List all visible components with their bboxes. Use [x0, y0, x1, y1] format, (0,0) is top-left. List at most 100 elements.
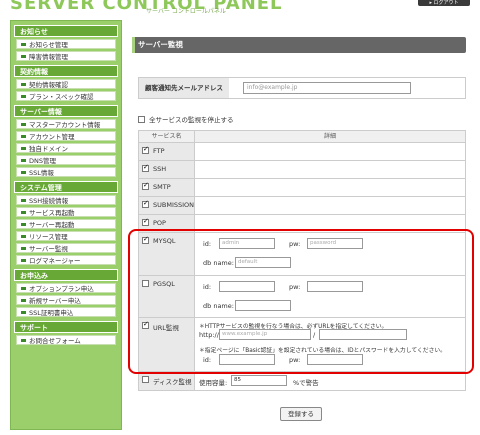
- main-content: サーバー監視 顧客通知先メールアドレス info@example.jp 全サービ…: [122, 20, 474, 435]
- sidebar-item[interactable]: サーバー監視: [16, 243, 116, 253]
- sidebar-item[interactable]: アカウント管理: [16, 131, 116, 141]
- sidebar-item[interactable]: マスターアカウント情報: [16, 119, 116, 129]
- pop-checkbox[interactable]: [142, 217, 149, 226]
- mysql-pw-label: pw:: [289, 240, 301, 248]
- bullet-icon: [21, 198, 26, 202]
- url-pw-label: pw:: [289, 356, 301, 364]
- mysql-id-input[interactable]: admin: [219, 238, 275, 249]
- bullet-icon: [21, 82, 26, 86]
- table-header: サービス名 詳細: [139, 131, 465, 143]
- stop-all-checkbox[interactable]: [138, 115, 145, 123]
- sidebar-item[interactable]: プラン・スペック確認: [16, 91, 116, 101]
- mysql-dbname-input[interactable]: default: [235, 257, 291, 268]
- sidebar-item[interactable]: SSL情報: [16, 167, 116, 177]
- pgsql-id-input[interactable]: [219, 281, 275, 292]
- sidebar-item-label: リソース管理: [29, 233, 68, 241]
- service-row-pgsql: PGSQL id: pw: db name:: [139, 276, 465, 318]
- sidebar-item-label: アカウント管理: [29, 133, 75, 141]
- url-host-input[interactable]: www.example.jp: [219, 329, 311, 340]
- header: SERVER CONTROL PANEL サーバー コントロールパネル ▸ ログ…: [0, 0, 480, 18]
- email-input[interactable]: info@example.jp: [243, 82, 411, 94]
- bullet-icon: [21, 258, 26, 262]
- mysql-checkbox[interactable]: [142, 235, 149, 244]
- url-http-prefix: http://: [199, 331, 219, 339]
- bullet-icon: [21, 54, 26, 58]
- sidebar-section-header: システム管理: [14, 181, 118, 193]
- sidebar-section-header: お申込み: [14, 269, 118, 281]
- ssh-label: SSH: [153, 165, 167, 173]
- pgsql-pw-input[interactable]: [307, 281, 363, 292]
- bullet-icon: [21, 94, 26, 98]
- url-pw-input[interactable]: [307, 354, 363, 365]
- sidebar-item[interactable]: SSH接続情報: [16, 195, 116, 205]
- pop-label: POP: [153, 219, 166, 227]
- sidebar-item-label: お問合せフォーム: [29, 337, 81, 345]
- sidebar-section-header: サポート: [14, 321, 118, 333]
- sidebar-item-label: 契約情報確認: [29, 81, 68, 89]
- smtp-checkbox[interactable]: [142, 181, 149, 190]
- ssh-checkbox[interactable]: [142, 163, 149, 172]
- mysql-dbname-label: db name:: [203, 259, 234, 267]
- sidebar-item[interactable]: サービス再起動: [16, 207, 116, 217]
- mysql-pw-input[interactable]: password: [307, 238, 363, 249]
- url-id-label: id:: [203, 356, 212, 364]
- pgsql-dbname-input[interactable]: [235, 300, 291, 311]
- bullet-icon: [21, 42, 26, 46]
- sidebar-item-label: サーバー再起動: [29, 221, 75, 229]
- logout-button[interactable]: ▸ ログアウト: [418, 0, 470, 6]
- service-row-mysql: MYSQL id: admin pw: password db name: de…: [139, 233, 465, 276]
- mysql-label: MYSQL: [153, 237, 176, 245]
- sidebar-item[interactable]: SSL証明書申込: [16, 307, 116, 317]
- service-row-ftp: FTP: [139, 143, 465, 161]
- disk-usage-input[interactable]: 85: [231, 375, 287, 386]
- disk-label: ディスク監視: [153, 378, 192, 386]
- url-checkbox[interactable]: [142, 320, 149, 329]
- sidebar-item[interactable]: 契約情報確認: [16, 79, 116, 89]
- submission-label: SUBMISSION: [153, 201, 195, 209]
- bullet-icon: [21, 134, 26, 138]
- url-id-input[interactable]: [219, 354, 275, 365]
- mysql-id-label: id:: [203, 240, 212, 248]
- sidebar-item-label: サーバー監視: [29, 245, 68, 253]
- disk-checkbox[interactable]: [142, 376, 149, 383]
- stop-all-option[interactable]: 全サービスの監視を停止する: [138, 114, 234, 124]
- sidebar-item[interactable]: 障害情報管理: [16, 51, 116, 61]
- bullet-icon: [21, 122, 26, 126]
- sidebar-item[interactable]: お知らせ管理: [16, 39, 116, 49]
- sidebar-item[interactable]: DNS管理: [16, 155, 116, 165]
- sidebar-section-header: 契約情報: [14, 65, 118, 77]
- submission-checkbox[interactable]: [142, 199, 149, 208]
- pgsql-dbname-label: db name:: [203, 302, 234, 310]
- sidebar-item-label: 新規サーバー申込: [29, 297, 81, 305]
- pgsql-checkbox[interactable]: [142, 280, 149, 287]
- sidebar-item-label: SSL情報: [29, 169, 54, 177]
- sidebar: お知らせお知らせ管理障害情報管理契約情報契約情報確認プラン・スペック確認サーバー…: [10, 20, 122, 430]
- sidebar-item[interactable]: お問合せフォーム: [16, 335, 116, 345]
- url-label: URL監視: [153, 324, 179, 332]
- submit-button[interactable]: 登録する: [280, 407, 322, 421]
- logo-subtitle: サーバー コントロールパネル: [146, 8, 226, 15]
- bullet-icon: [21, 146, 26, 150]
- bullet-icon: [21, 310, 26, 314]
- sidebar-item-label: 独自ドメイン: [29, 145, 68, 153]
- ftp-checkbox[interactable]: [142, 145, 149, 154]
- sidebar-item[interactable]: サーバー再起動: [16, 219, 116, 229]
- sidebar-item-label: 障害情報管理: [29, 53, 68, 61]
- sidebar-item[interactable]: 新規サーバー申込: [16, 295, 116, 305]
- sidebar-item[interactable]: リソース管理: [16, 231, 116, 241]
- url-path-input[interactable]: [319, 329, 407, 340]
- sidebar-section-header: お知らせ: [14, 25, 118, 37]
- sidebar-item[interactable]: 独自ドメイン: [16, 143, 116, 153]
- email-row: 顧客通知先メールアドレス info@example.jp: [138, 77, 466, 99]
- sidebar-item[interactable]: オプションプラン申込: [16, 283, 116, 293]
- sidebar-item[interactable]: ログマネージャー: [16, 255, 116, 265]
- pgsql-label: PGSQL: [153, 280, 175, 288]
- bullet-icon: [21, 246, 26, 250]
- service-row-smtp: SMTP: [139, 179, 465, 197]
- disk-usage-suffix: %で警告: [293, 379, 319, 387]
- sidebar-item-label: SSH接続情報: [29, 197, 69, 205]
- service-row-ssh: SSH: [139, 161, 465, 179]
- page-title: サーバー監視: [132, 37, 466, 53]
- sidebar-item-label: SSL証明書申込: [29, 309, 74, 317]
- url-slash: /: [313, 331, 316, 339]
